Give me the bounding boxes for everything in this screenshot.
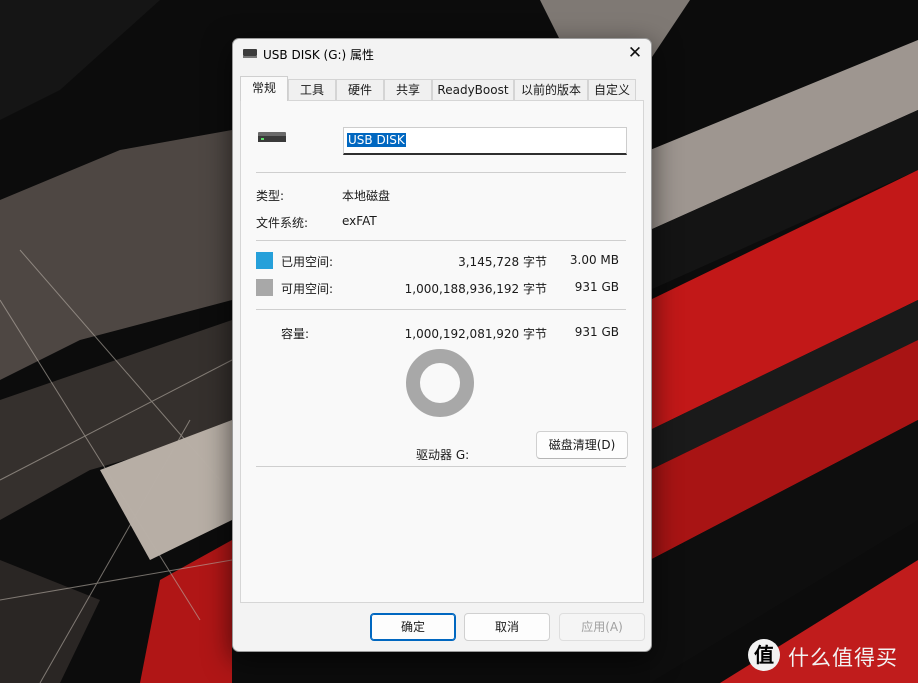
tab-sharing[interactable]: 共享 xyxy=(384,79,432,100)
window-title: USB DISK (G:) 属性 xyxy=(263,48,375,62)
capacity-bytes: 1,000,192,081,920 字节 xyxy=(404,327,547,341)
ok-button[interactable]: 确定 xyxy=(370,613,456,641)
file-system-value: exFAT xyxy=(342,214,377,228)
used-space-size: 3.00 MB xyxy=(569,253,619,267)
drive-name-value: USB DISK xyxy=(347,133,406,147)
title-bar[interactable]: USB DISK (G:) 属性 ✕ xyxy=(233,39,651,69)
tab-tools[interactable]: 工具 xyxy=(288,79,336,100)
free-space-label: 可用空间: xyxy=(281,282,334,296)
type-value: 本地磁盘 xyxy=(342,189,391,203)
properties-dialog: USB DISK (G:) 属性 ✕ 常规 工具 硬件 共享 ReadyBoos… xyxy=(232,38,652,652)
cancel-button[interactable]: 取消 xyxy=(464,613,550,641)
tab-general[interactable]: 常规 xyxy=(240,76,288,101)
disk-cleanup-button[interactable]: 磁盘清理(D) xyxy=(536,431,628,459)
drive-name-input[interactable]: USB DISK xyxy=(343,127,627,155)
divider xyxy=(256,309,626,310)
general-panel: USB DISK 类型: 本地磁盘 文件系统: exFAT 已用空间: 3,14… xyxy=(240,100,644,603)
usb-drive-icon xyxy=(243,49,257,58)
divider xyxy=(256,466,626,467)
free-space-size: 931 GB xyxy=(574,280,619,294)
free-space-swatch xyxy=(256,279,273,296)
used-space-bytes: 3,145,728 字节 xyxy=(458,255,547,269)
capacity-size: 931 GB xyxy=(574,325,619,339)
divider xyxy=(256,172,626,173)
close-button[interactable]: ✕ xyxy=(619,39,651,69)
watermark: 值 什么值得买 xyxy=(748,637,918,677)
used-space-label: 已用空间: xyxy=(281,255,334,269)
apply-button[interactable]: 应用(A) xyxy=(559,613,645,641)
capacity-label: 容量: xyxy=(281,327,310,341)
watermark-logo-icon: 值 xyxy=(748,639,780,671)
tab-readyboost[interactable]: ReadyBoost xyxy=(432,79,514,100)
used-space-swatch xyxy=(256,252,273,269)
drive-icon xyxy=(258,132,286,142)
watermark-text: 什么值得买 xyxy=(788,646,898,670)
usage-donut-chart xyxy=(406,349,474,417)
divider xyxy=(256,240,626,241)
free-space-bytes: 1,000,188,936,192 字节 xyxy=(404,282,547,296)
type-label: 类型: xyxy=(256,189,285,203)
tab-previous-versions[interactable]: 以前的版本 xyxy=(514,79,588,100)
tab-hardware[interactable]: 硬件 xyxy=(336,79,384,100)
file-system-label: 文件系统: xyxy=(256,216,309,230)
drive-letter-label: 驱动器 G: xyxy=(416,448,470,462)
tab-customize[interactable]: 自定义 xyxy=(588,79,636,100)
